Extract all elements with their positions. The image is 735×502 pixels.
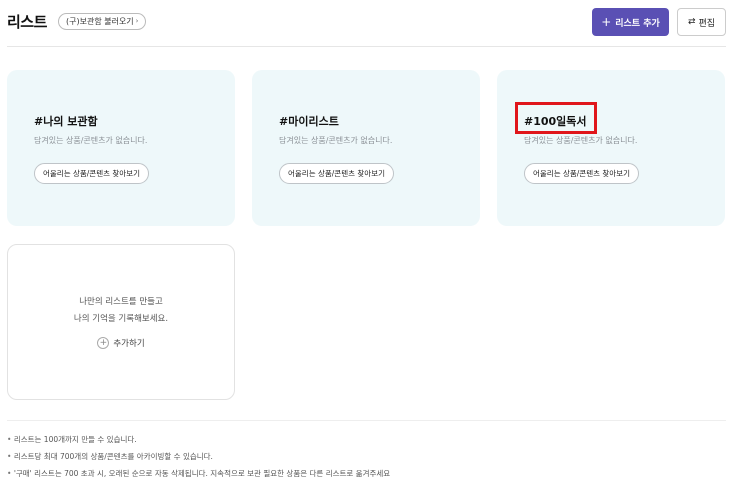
legacy-archive-label: (구)보관함 불러오기 bbox=[66, 17, 134, 26]
plus-circle-icon: + bbox=[97, 337, 110, 349]
legacy-archive-button[interactable]: (구)보관함 불러오기 › bbox=[58, 13, 147, 30]
notes-divider bbox=[7, 420, 726, 421]
list-card-description: 담겨있는 상품/콘텐츠가 없습니다. bbox=[279, 136, 393, 145]
list-card-100-day-reading[interactable]: #100일독서 담겨있는 상품/콘텐츠가 없습니다. 어울리는 상품/콘텐츠 찾… bbox=[497, 70, 725, 226]
notes-list: 리스트는 100개까지 만들 수 있습니다. 리스트당 최대 700개의 상품/… bbox=[7, 434, 390, 485]
new-list-prompt-line2: 나의 기억을 기록해보세요. bbox=[73, 314, 169, 324]
list-card-title: #마이리스트 bbox=[279, 115, 339, 128]
list-card-title: #나의 보관함 bbox=[34, 115, 98, 128]
note-item: '구매' 리스트는 700 초과 시, 오래된 순으로 자동 삭제됩니다. 지속… bbox=[7, 468, 390, 485]
header: 리스트 (구)보관함 불러오기 › + 리스트 추가 ⇄ 편집 bbox=[7, 8, 726, 38]
find-content-button[interactable]: 어울리는 상품/콘텐츠 찾아보기 bbox=[524, 163, 639, 184]
edit-label: 편집 bbox=[698, 18, 716, 29]
find-content-button[interactable]: 어울리는 상품/콘텐츠 찾아보기 bbox=[279, 163, 394, 184]
add-list-button[interactable]: + 리스트 추가 bbox=[592, 8, 669, 36]
list-card-my-list[interactable]: #마이리스트 담겨있는 상품/콘텐츠가 없습니다. 어울리는 상품/콘텐츠 찾아… bbox=[252, 70, 480, 226]
add-list-label: 리스트 추가 bbox=[615, 18, 660, 29]
edit-button[interactable]: ⇄ 편집 bbox=[677, 8, 726, 36]
list-card-description: 담겨있는 상품/콘텐츠가 없습니다. bbox=[524, 136, 638, 145]
find-content-button[interactable]: 어울리는 상품/콘텐츠 찾아보기 bbox=[34, 163, 149, 184]
add-new-list-button[interactable]: + 추가하기 bbox=[8, 337, 234, 349]
highlight-box bbox=[515, 102, 597, 134]
header-divider bbox=[7, 46, 726, 47]
page-title: 리스트 bbox=[7, 13, 47, 31]
note-item: 리스트는 100개까지 만들 수 있습니다. bbox=[7, 434, 390, 451]
plus-icon: + bbox=[601, 15, 612, 29]
list-card-my-archive[interactable]: #나의 보관함 담겨있는 상품/콘텐츠가 없습니다. 어울리는 상품/콘텐츠 찾… bbox=[7, 70, 235, 226]
note-item: 리스트당 최대 700개의 상품/콘텐츠를 아카이빙할 수 있습니다. bbox=[7, 451, 390, 468]
swap-icon: ⇄ bbox=[687, 17, 696, 27]
new-list-card[interactable]: 나만의 리스트를 만들고 나의 기억을 기록해보세요. + 추가하기 bbox=[7, 244, 235, 400]
chevron-right-icon: › bbox=[135, 17, 139, 25]
list-card-description: 담겨있는 상품/콘텐츠가 없습니다. bbox=[34, 136, 148, 145]
new-list-prompt-line1: 나만의 리스트를 만들고 bbox=[79, 297, 163, 307]
add-new-list-label: 추가하기 bbox=[113, 339, 145, 349]
